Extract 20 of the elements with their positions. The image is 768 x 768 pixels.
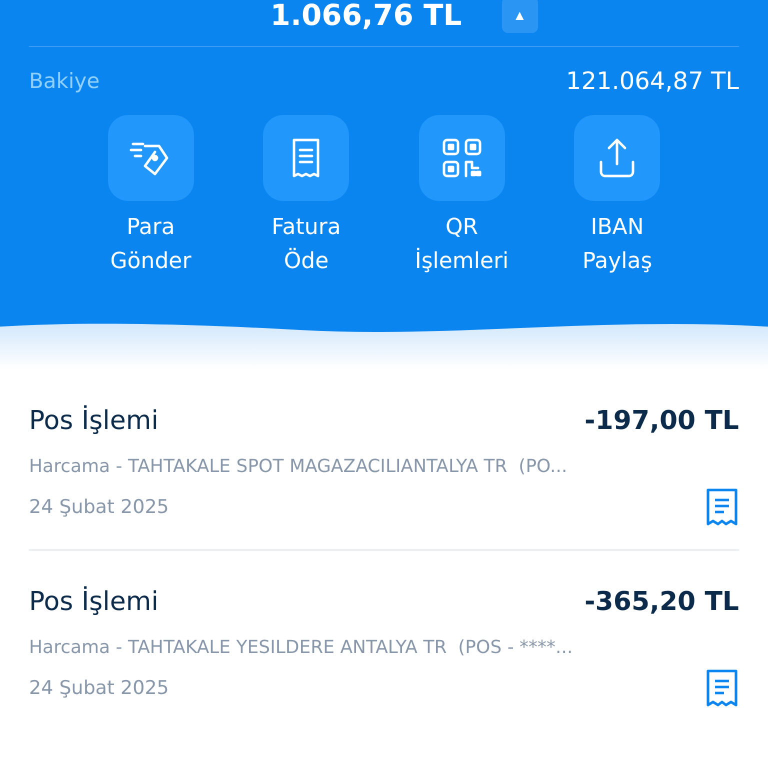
transaction-description: Harcama - TAHTAKALE YESILDERE ANTALYA TR (POS - ****... bbox=[29, 637, 574, 658]
action-button[interactable]: QR İşlemleri bbox=[396, 115, 527, 279]
transaction-description: Harcama - TAHTAKALE SPOT MAGAZACILIANTALYA TR (PO... bbox=[29, 456, 568, 477]
transaction-amount: -197,00 TL bbox=[584, 406, 739, 436]
transaction-amount: -365,20 TL bbox=[584, 587, 739, 617]
balance-label: Bakiye bbox=[29, 69, 100, 93]
receipt-icon[interactable] bbox=[705, 487, 739, 527]
collapse-button[interactable]: ▲ bbox=[502, 0, 538, 33]
action-button[interactable]: IBAN Paylaş bbox=[552, 115, 682, 279]
receipt-icon[interactable] bbox=[705, 668, 739, 708]
transaction-date: 24 Şubat 2025 bbox=[29, 677, 169, 699]
action-button[interactable]: Para Gönder bbox=[86, 115, 216, 279]
balance-value: 121.064,87 TL bbox=[566, 67, 739, 95]
amount-text: 1.066,76 TL bbox=[270, 0, 462, 32]
transaction-row[interactable]: Pos İşlemi -197,00 TL Harcama - TAHTAKALE SPOT MAGAZACILIANTALYA TR (PO... 24 Şubat 2025 bbox=[29, 370, 739, 551]
transaction-title: Pos İşlemi bbox=[29, 587, 158, 617]
action-button[interactable]: Fatura Öde bbox=[241, 115, 372, 279]
transaction-date: 24 Şubat 2025 bbox=[29, 496, 169, 518]
transaction-title: Pos İşlemi bbox=[29, 406, 158, 436]
transaction-row[interactable]: Pos İşlemi -365,20 TL Harcama - TAHTAKALE YESILDERE ANTALYA TR (POS - ****... 24 Şubat 2025 bbox=[29, 551, 739, 730]
